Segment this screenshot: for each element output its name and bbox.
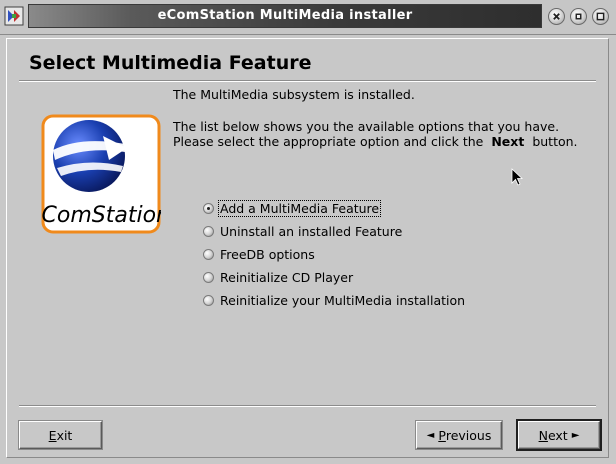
option-add-feature[interactable]: Add a MultiMedia Feature <box>203 199 382 217</box>
radio-button[interactable] <box>203 271 214 283</box>
radio-button[interactable] <box>203 294 214 306</box>
title-bar[interactable]: eComStation MultiMedia installer <box>0 0 616 35</box>
ecomstation-logo: eComStation <box>41 114 161 234</box>
right-arrow-icon: ► <box>571 429 580 441</box>
radio-button[interactable] <box>203 248 214 260</box>
option-label: Add a MultiMedia Feature <box>217 199 382 217</box>
footer-separator <box>19 405 596 407</box>
maximize-button[interactable] <box>592 8 609 25</box>
minimize-icon <box>575 13 582 20</box>
maximize-icon <box>596 12 605 21</box>
option-label: FreeDB options <box>220 246 315 262</box>
previous-mnemonic: P <box>438 427 446 443</box>
option-reinit-cd-player[interactable]: Reinitialize CD Player <box>203 268 354 286</box>
mouse-pointer-icon <box>511 168 523 186</box>
option-uninstall-feature[interactable]: Uninstall an installed Feature <box>203 222 403 240</box>
previous-label: revious <box>445 427 492 443</box>
close-button[interactable] <box>548 8 565 25</box>
previous-button[interactable]: ◄ Previous <box>416 421 502 449</box>
page-title: Select Multimedia Feature <box>29 52 312 74</box>
option-reinit-multimedia[interactable]: Reinitialize your MultiMedia installatio… <box>203 291 466 309</box>
close-icon <box>553 13 560 20</box>
window-title: eComStation MultiMedia installer <box>157 8 413 23</box>
info-instruction-prefix: Please select the appropriate option and… <box>173 134 484 149</box>
info-instruction-suffix: button. <box>532 134 578 149</box>
info-installed: The MultiMedia subsystem is installed. <box>173 87 415 102</box>
minimize-button[interactable] <box>570 8 587 25</box>
option-label: Uninstall an installed Feature <box>220 223 403 239</box>
next-label: ext <box>547 427 568 443</box>
header-separator <box>19 80 596 82</box>
next-button[interactable]: Next ► <box>518 421 600 449</box>
window-title-area[interactable]: eComStation MultiMedia installer <box>28 4 542 28</box>
left-arrow-icon: ◄ <box>426 429 435 441</box>
radio-button-selected[interactable] <box>203 202 214 214</box>
info-list-description: The list below shows you the available o… <box>173 119 560 134</box>
radio-button[interactable] <box>203 225 214 237</box>
option-label: Reinitialize your MultiMedia installatio… <box>220 292 466 308</box>
exit-label: xit <box>56 427 73 443</box>
option-freedb[interactable]: FreeDB options <box>203 245 316 263</box>
exit-button[interactable]: Exit <box>19 421 102 449</box>
option-label: Reinitialize CD Player <box>220 269 354 285</box>
system-menu-icon[interactable] <box>4 6 24 26</box>
info-instruction-next: Next <box>491 134 525 149</box>
logo-text: eComStation <box>41 203 161 228</box>
next-mnemonic: N <box>538 427 548 443</box>
info-instruction: Please select the appropriate option and… <box>173 134 578 149</box>
exit-mnemonic: E <box>48 427 57 443</box>
